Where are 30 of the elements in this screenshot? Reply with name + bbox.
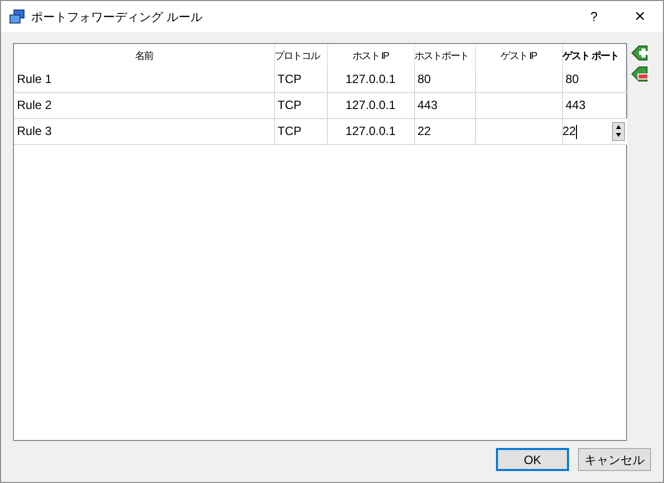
table-cell: Rule 3 xyxy=(14,118,274,144)
close-button[interactable]: × xyxy=(617,1,663,32)
column-header[interactable]: 名前 xyxy=(134,49,153,64)
table-cell: Rule 2 xyxy=(14,92,274,118)
port-spin-field[interactable]: 22 xyxy=(562,118,627,144)
window-title: ポートフォワーディング ルール xyxy=(31,8,202,26)
table-cell: 127.0.0.1 xyxy=(327,92,414,118)
spin-buttons[interactable] xyxy=(612,122,625,140)
add-rule-icon[interactable] xyxy=(631,45,649,61)
column-header[interactable]: ゲスト ポート xyxy=(562,49,618,64)
table-cell: 443 xyxy=(414,92,475,118)
table-cell: TCP xyxy=(274,92,327,118)
help-button[interactable]: ? xyxy=(571,1,617,32)
app-icon xyxy=(9,8,25,24)
column-header[interactable]: ホストポート xyxy=(414,49,468,64)
table-cell: 80 xyxy=(562,66,627,92)
remove-rule-icon[interactable] xyxy=(631,66,649,82)
column-header[interactable]: ゲスト IP xyxy=(500,49,537,64)
table-cell: 127.0.0.1 xyxy=(327,66,414,92)
table-cell: 443 xyxy=(562,92,627,118)
table-cell: TCP xyxy=(274,66,327,92)
table-cell: 80 xyxy=(414,66,475,92)
table-cell: 127.0.0.1 xyxy=(327,118,414,144)
column-header[interactable]: プロトコル xyxy=(274,49,320,64)
dialog-button[interactable]: OK xyxy=(496,448,569,471)
dialog-button[interactable]: キャンセル xyxy=(578,448,651,471)
table-cell: Rule 1 xyxy=(14,66,274,92)
table-cell: 22 xyxy=(414,118,475,144)
column-header[interactable]: ホスト IP xyxy=(352,49,389,64)
table-cell: TCP xyxy=(274,118,327,144)
